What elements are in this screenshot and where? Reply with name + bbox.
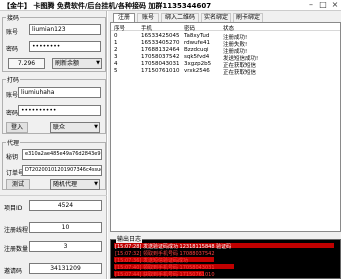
cell-index: 4 <box>114 61 118 67</box>
cell-index: 5 <box>114 68 118 74</box>
threads-label: 注册线程 <box>4 227 29 234</box>
log-title: 输出日志 <box>116 234 143 243</box>
cell-phone: 17058037542 <box>141 54 180 60</box>
tab-realname-bind[interactable]: 实名绑定 <box>201 13 231 22</box>
column-header-password[interactable]: 密码 <box>184 24 195 32</box>
sender-platform-select[interactable]: 联众 ▼ <box>50 122 100 133</box>
log-line: [15:07:32] 领取到手机号码 17088037542 <box>115 251 215 257</box>
cell-index: 1 <box>114 40 118 46</box>
cell-password: Bzzdcuqi <box>184 47 209 53</box>
table-header: 序号 手机 密码 状态 <box>111 23 340 32</box>
log-line: [15:07:40] 领取到手机号码 17058043031 <box>115 265 215 271</box>
sender-account-label: 账号 <box>6 92 19 99</box>
window-title: 【金牛】 卡图腾 免费软件/后台挂机/各种接码 加群1135344607 <box>3 2 212 10</box>
sender-password-label: 密码 <box>6 110 19 117</box>
cell-phone: 17058043031 <box>141 61 180 67</box>
chevron-down-icon: ▼ <box>94 181 98 187</box>
cell-phone: 16533405270 <box>141 40 180 46</box>
cell-password: rdwufe41 <box>184 40 210 46</box>
tab-bind-qrcode[interactable]: 绑入二维码 <box>161 13 199 22</box>
register-count-input[interactable]: 3 <box>29 241 102 252</box>
invite-code-label: 邀请码 <box>4 268 23 275</box>
column-header-phone[interactable]: 手机 <box>141 24 152 32</box>
table-row[interactable]: 0 16533425045 Ta8xyTud 注册成功! <box>111 33 340 41</box>
receiver-password-label: 密码 <box>6 46 19 53</box>
receiver-account-input[interactable]: liumian123 <box>29 24 101 35</box>
receiver-group-label: 接码 <box>6 13 21 22</box>
cell-password: Ta8xyTud <box>184 33 210 39</box>
table-row[interactable]: 2 17688132464 Bzzdcuqi 注册成功! <box>111 47 340 55</box>
log-line: [15:07:44] 获取到手机号码 17150761010 <box>115 272 215 278</box>
log-output: [15:07:28] 发送验证码成功 12318115848 验证码 [15:07… <box>110 239 341 279</box>
divider <box>0 195 107 196</box>
cell-index: 2 <box>114 47 118 53</box>
chevron-down-icon: ▼ <box>96 60 100 66</box>
chevron-down-icon: ▼ <box>94 124 98 130</box>
log-line: [15:07:36] 发送短信验证码成功 <box>115 258 188 264</box>
sender-account-input[interactable]: liumiuhaha <box>18 87 101 98</box>
table-row[interactable]: 5 17150761010 vrxk2546 正在获取短信 <box>111 68 340 76</box>
sender-password-input[interactable]: •••••••••• <box>18 105 101 116</box>
proxy-key-label: 秘钥 <box>6 154 19 161</box>
threads-input[interactable]: 10 <box>29 222 102 233</box>
cell-phone: 17150761010 <box>141 68 180 74</box>
receiver-password-input[interactable]: •••••••• <box>29 41 101 52</box>
minimize-icon[interactable]: – <box>305 0 317 10</box>
project-id-input[interactable]: 4524 <box>29 200 102 211</box>
tab-register[interactable]: 注册 <box>113 13 135 22</box>
sender-group-label: 打码 <box>6 75 21 84</box>
proxy-group-label: 代理 <box>6 138 21 147</box>
cell-phone: 17688132464 <box>141 47 180 53</box>
column-header-status[interactable]: 状态 <box>223 24 234 32</box>
title-bar: 【金牛】 卡图腾 免费软件/后台挂机/各种接码 加群1135344607 – □… <box>0 0 341 11</box>
cell-password: sqk5fvd4 <box>184 54 210 60</box>
register-count-label: 注册数量 <box>4 246 29 253</box>
invite-code-input[interactable]: 34131209 <box>29 263 102 274</box>
table-row[interactable]: 1 16533405270 rdwufe41 注册失败! <box>111 40 340 48</box>
sender-login-button[interactable]: 登入 <box>6 122 28 133</box>
tab-accounts[interactable]: 账号 <box>137 13 159 22</box>
proxy-order-input[interactable]: DT20200101201907346c4ssudzg <box>22 165 102 176</box>
column-header-index[interactable]: 序号 <box>114 24 125 32</box>
cell-password: vrxk2546 <box>184 68 210 74</box>
refresh-balance-select-value: 刷新余额 <box>55 60 80 67</box>
proxy-mode-select-value: 随机代理 <box>53 181 78 188</box>
refresh-balance-select[interactable]: 刷新余额 ▼ <box>52 58 102 69</box>
cell-password: 3xgzp2b5 <box>184 61 212 67</box>
tab-card-bind[interactable]: 刷卡绑定 <box>233 13 263 22</box>
close-icon[interactable]: × <box>329 0 341 10</box>
cell-index: 3 <box>114 54 118 60</box>
maximize-icon[interactable]: □ <box>317 0 329 10</box>
project-id-label: 项目ID <box>4 205 23 212</box>
balance-display: 7.296 <box>8 58 45 69</box>
proxy-key-input[interactable]: e310a2ae485e49a76d2843e9 <box>22 149 102 160</box>
accounts-table: 序号 手机 密码 状态 0 16533425045 Ta8xyTud 注册成功! 1 16… <box>110 22 341 232</box>
cell-phone: 16533425045 <box>141 33 180 39</box>
table-row[interactable]: 3 17058037542 sqk5fvd4 发送短信成功! <box>111 54 340 62</box>
proxy-test-button[interactable]: 测试 <box>6 179 30 190</box>
sender-platform-select-value: 联众 <box>53 124 66 131</box>
receiver-account-label: 账号 <box>6 29 19 36</box>
proxy-mode-select[interactable]: 随机代理 ▼ <box>50 179 100 190</box>
cell-index: 0 <box>114 33 118 39</box>
log-line: [15:07:28] 发送验证码成功 12318115848 验证码 <box>115 244 232 250</box>
cell-status: 正在获取短信 <box>223 70 257 76</box>
table-row[interactable]: 4 17058043031 3xgzp2b5 正在获取短信 <box>111 61 340 69</box>
